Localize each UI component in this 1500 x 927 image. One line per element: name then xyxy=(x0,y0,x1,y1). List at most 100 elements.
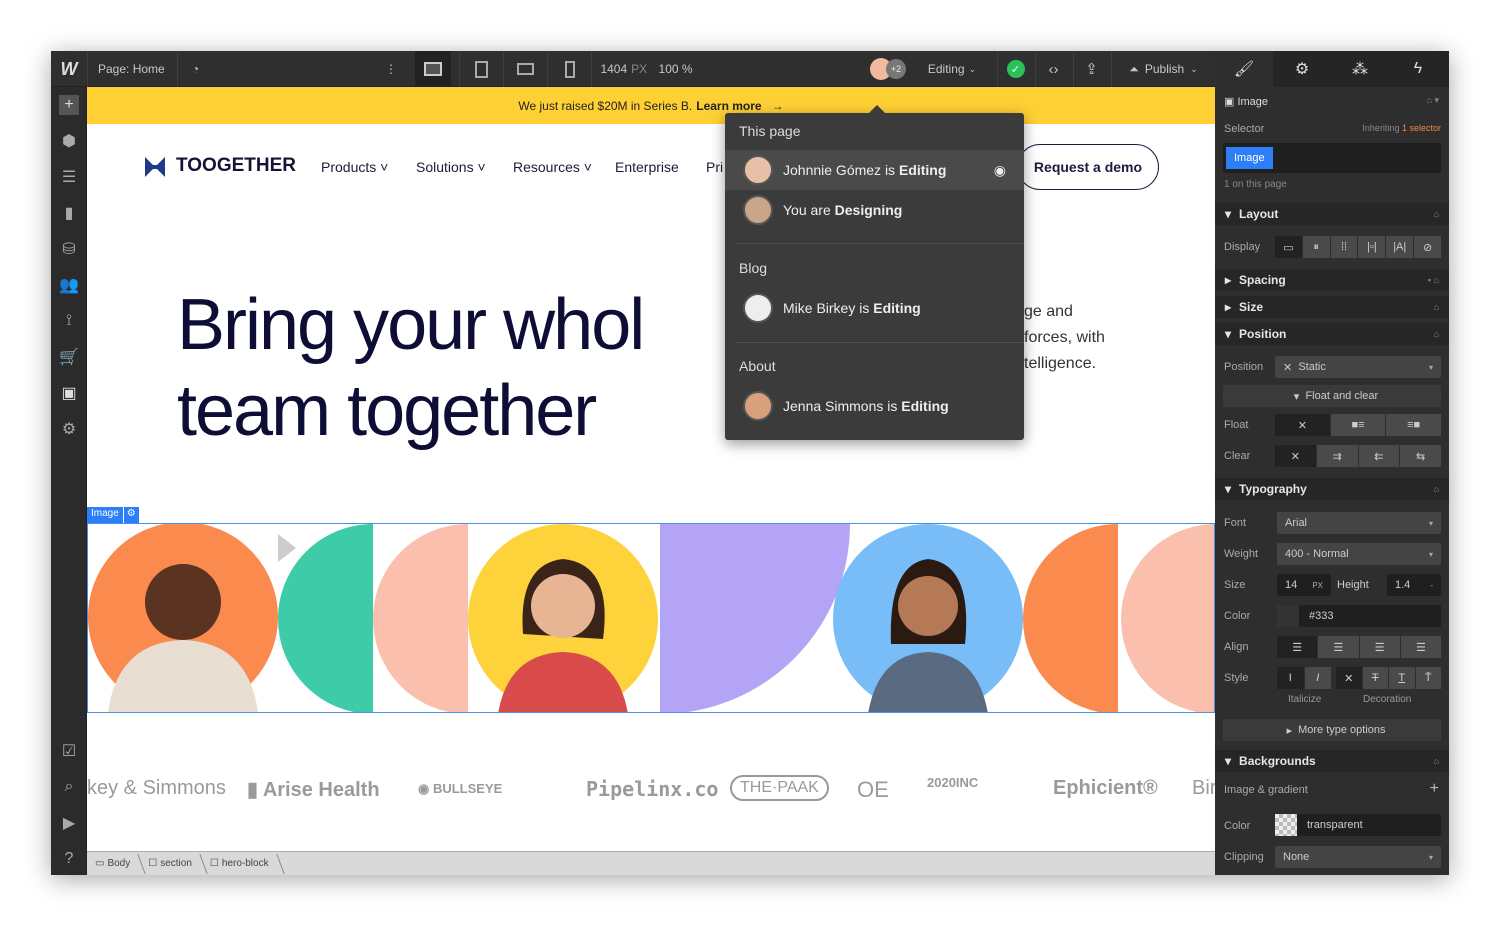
add-icon[interactable]: + xyxy=(59,95,79,115)
nav-resources[interactable]: Resources ˅ xyxy=(513,159,592,175)
add-background-icon[interactable]: + xyxy=(1430,780,1439,798)
collaborator-row[interactable]: Mike Birkey is Editing xyxy=(725,288,1024,328)
video-icon[interactable]: ▶ xyxy=(59,813,79,833)
display-block-icon[interactable]: ▭ xyxy=(1275,236,1302,258)
inheriting-info[interactable]: Inheriting 1 selector xyxy=(1362,123,1441,133)
navigator-icon[interactable]: ☰ xyxy=(59,167,79,187)
font-size-input[interactable]: 14 PX xyxy=(1277,574,1331,596)
section-typography[interactable]: ▾ Typography ⌂ xyxy=(1215,478,1449,500)
nav-products[interactable]: Products ˅ xyxy=(321,159,388,175)
nav-pricing[interactable]: Pri xyxy=(706,159,723,175)
cms-icon[interactable]: ⛁ xyxy=(59,239,79,259)
element-settings-icon[interactable]: ⚙ xyxy=(123,507,139,523)
clear-none-icon[interactable]: ✕ xyxy=(1275,445,1316,467)
clear-both-icon[interactable]: ⇆ xyxy=(1400,445,1441,467)
settings-gear-icon[interactable]: ⚙ xyxy=(1273,51,1331,87)
section-size[interactable]: ▸ Size ⌂ xyxy=(1215,296,1449,318)
design-canvas[interactable]: We just raised $20M in Series B. Learn m… xyxy=(87,87,1215,851)
users-icon[interactable]: 👥 xyxy=(59,275,79,295)
help-icon[interactable]: ? xyxy=(59,849,79,869)
collaborator-avatars[interactable]: +2 xyxy=(865,51,911,87)
selector-chip[interactable]: Image xyxy=(1226,147,1273,169)
display-options[interactable]: ▭ ⏸ ⁞⁞ |▫| |A| ⊘ xyxy=(1275,236,1441,258)
text-color-input[interactable]: #333 xyxy=(1277,605,1441,627)
breadcrumb-body[interactable]: ▭ Body xyxy=(95,858,144,869)
style-brush-icon[interactable]: 🖌 xyxy=(1215,51,1273,87)
hero-image[interactable] xyxy=(87,523,1215,713)
eye-icon[interactable]: ◉ xyxy=(994,162,1006,179)
collaborator-row[interactable]: Jenna Simmons is Editing xyxy=(725,386,1024,426)
desktop-breakpoint-icon[interactable] xyxy=(415,51,451,87)
breadcrumb-section[interactable]: ☐ section xyxy=(148,858,206,869)
align-justify-icon[interactable]: ☰ xyxy=(1400,636,1441,658)
clear-options[interactable]: ✕ ⇉ ⇇ ⇆ xyxy=(1275,445,1441,467)
align-left-icon[interactable]: ☰ xyxy=(1277,636,1318,658)
strikethrough-icon[interactable]: T xyxy=(1362,667,1388,689)
bg-color-input[interactable]: transparent xyxy=(1275,814,1441,836)
italic-off-icon[interactable]: I xyxy=(1277,667,1304,689)
clear-right-icon[interactable]: ⇇ xyxy=(1358,445,1400,467)
mode-dropdown[interactable]: Editing ⌄ xyxy=(917,51,987,87)
color-swatch[interactable] xyxy=(1277,605,1299,627)
webflow-logo[interactable]: W xyxy=(51,51,87,87)
mobile-breakpoint-icon[interactable] xyxy=(547,51,591,87)
underline-icon[interactable]: T xyxy=(1389,667,1415,689)
display-inline-icon[interactable]: |A| xyxy=(1386,236,1414,258)
page-selector[interactable]: Page: Home xyxy=(87,51,177,87)
code-icon[interactable]: ‹› xyxy=(1035,51,1071,87)
display-none-icon[interactable]: ⊘ xyxy=(1414,236,1441,258)
components-icon[interactable]: ⬢ xyxy=(59,131,79,151)
banner-link[interactable]: Learn more xyxy=(696,99,761,113)
section-backgrounds[interactable]: ▾ Backgrounds ⌂ xyxy=(1215,750,1449,772)
request-demo-button[interactable]: Request a demo xyxy=(1017,144,1159,190)
pages-icon[interactable]: ▮ xyxy=(59,203,79,223)
transparent-swatch[interactable] xyxy=(1275,814,1297,836)
clipping-select[interactable]: None ▾ xyxy=(1275,846,1441,868)
font-select[interactable]: Arial ▾ xyxy=(1277,512,1441,534)
breadcrumb-hero-block[interactable]: ☐ hero-block xyxy=(210,858,283,869)
align-center-icon[interactable]: ☰ xyxy=(1318,636,1359,658)
collaborator-row[interactable]: Johnnie Gómez is Editing ◉ xyxy=(725,150,1024,190)
settings-icon[interactable]: ⚙ xyxy=(59,419,79,439)
decoration-none-icon[interactable]: ✕ xyxy=(1336,667,1362,689)
selected-element-tag[interactable]: Image ⚙ xyxy=(87,507,139,523)
position-select[interactable]: ✕ Static ▾ xyxy=(1275,356,1441,378)
float-right-icon[interactable]: ≡■ xyxy=(1386,414,1442,436)
float-options[interactable]: ✕ ■≡ ≡■ xyxy=(1275,414,1442,436)
display-grid-icon[interactable]: ⁞⁞ xyxy=(1330,236,1358,258)
checklist-icon[interactable]: ☑ xyxy=(59,741,79,761)
assets-icon[interactable]: ▣ xyxy=(59,383,79,403)
line-height-input[interactable]: 1.4- xyxy=(1387,574,1441,596)
element-menu-icon[interactable]: ⌂ ▾ xyxy=(1427,95,1439,106)
section-layout[interactable]: ▾ Layout ⌂ xyxy=(1215,203,1449,225)
export-icon[interactable]: ⇪ xyxy=(1073,51,1109,87)
italic-options[interactable]: II xyxy=(1277,667,1331,689)
logic-icon[interactable]: ⟟ xyxy=(59,311,79,331)
landscape-breakpoint-icon[interactable] xyxy=(503,51,547,87)
float-left-icon[interactable]: ■≡ xyxy=(1330,414,1386,436)
interactions-bolt-icon[interactable]: ϟ xyxy=(1389,51,1447,87)
float-none-icon[interactable]: ✕ xyxy=(1275,414,1330,436)
collaborator-row[interactable]: You are Designing xyxy=(725,190,1024,230)
display-flex-icon[interactable]: ⏸ xyxy=(1302,236,1330,258)
section-position[interactable]: ▾ Position ⌂ xyxy=(1215,323,1449,345)
publish-button[interactable]: ⏶ Publish ⌄ xyxy=(1111,51,1215,87)
style-manager-icon[interactable]: ⁂ xyxy=(1331,51,1389,87)
search-icon[interactable]: ⌕ xyxy=(59,777,79,797)
display-inline-block-icon[interactable]: |▫| xyxy=(1358,236,1386,258)
nav-solutions[interactable]: Solutions ˅ xyxy=(416,159,486,175)
status-check-icon[interactable]: ✓ xyxy=(997,51,1033,87)
italic-on-icon[interactable]: I xyxy=(1304,667,1331,689)
section-spacing[interactable]: ▸ Spacing ▪ ⌂ xyxy=(1215,269,1449,291)
overline-icon[interactable]: T̄ xyxy=(1415,667,1441,689)
selector-input[interactable]: Image xyxy=(1223,143,1441,173)
tablet-breakpoint-icon[interactable] xyxy=(459,51,503,87)
ecommerce-cart-icon[interactable]: 🛒 xyxy=(59,347,79,367)
decoration-options[interactable]: ✕ T T T̄ xyxy=(1336,667,1441,689)
clear-left-icon[interactable]: ⇉ xyxy=(1316,445,1358,467)
more-vertical-icon[interactable]: ⋮ xyxy=(381,51,401,87)
more-type-options[interactable]: ▸ More type options xyxy=(1223,719,1441,741)
preview-eye-icon[interactable]: ◔ xyxy=(177,51,213,87)
weight-select[interactable]: 400 - Normal ▾ xyxy=(1277,543,1441,565)
align-options[interactable]: ☰ ☰ ☰ ☰ xyxy=(1277,636,1441,658)
